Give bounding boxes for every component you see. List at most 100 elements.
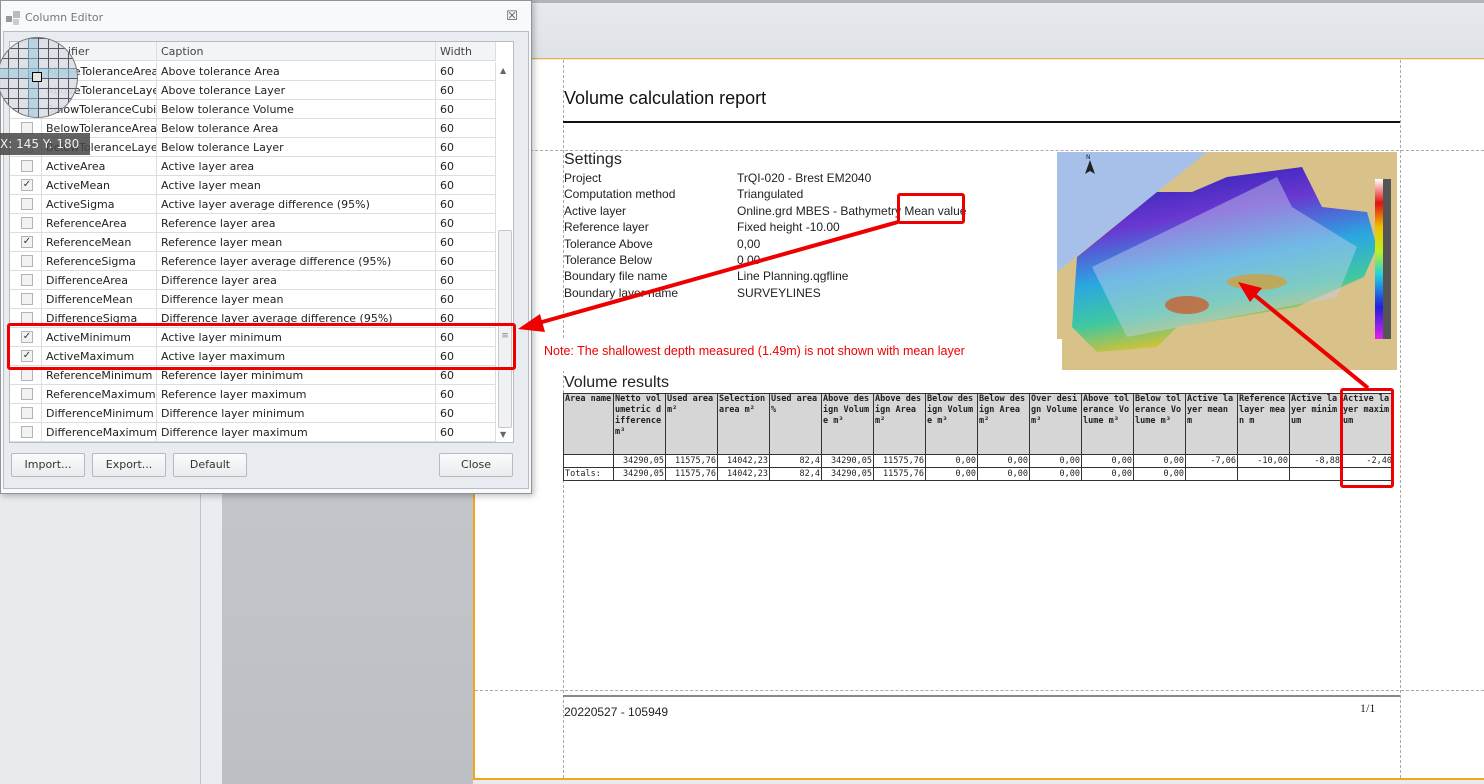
width-cell[interactable]: 60 xyxy=(436,290,496,309)
report-title: Volume calculation report xyxy=(564,88,767,108)
column-header: Reference layer mean m xyxy=(1237,393,1290,455)
scroll-down-icon[interactable]: ▼ xyxy=(500,430,506,439)
check-cell: ✓ xyxy=(10,176,42,195)
close-button[interactable]: Close xyxy=(439,453,513,477)
caption-cell[interactable]: Reference layer mean xyxy=(157,233,436,252)
width-cell[interactable]: 60 xyxy=(436,195,496,214)
margin-guide-right xyxy=(1400,60,1401,778)
visible-checkbox[interactable]: ✓ xyxy=(21,179,33,191)
width-cell[interactable]: 60 xyxy=(436,271,496,290)
width-cell[interactable]: 60 xyxy=(436,157,496,176)
table-cell: 34290,05 xyxy=(821,454,874,468)
width-cell[interactable]: 60 xyxy=(436,138,496,157)
identifier-cell[interactable]: DifferenceMean xyxy=(42,290,157,309)
visible-checkbox[interactable] xyxy=(21,160,33,172)
page-number: 1/1 xyxy=(1360,701,1376,715)
column-row[interactable]: ReferenceSigma Reference layer average d… xyxy=(10,252,496,271)
width-cell[interactable]: 60 xyxy=(436,252,496,271)
caption-cell[interactable]: Difference layer minimum xyxy=(157,404,436,423)
identifier-cell[interactable]: ReferenceMaximum xyxy=(42,385,157,404)
caption-cell[interactable]: Difference layer mean xyxy=(157,290,436,309)
annotation-note: Note: The shallowest depth measured (1.4… xyxy=(544,344,965,358)
table-cell: 34290,05 xyxy=(821,467,874,481)
column-header: Used area % xyxy=(769,393,822,455)
column-row[interactable]: ActiveArea Active layer area 60 xyxy=(10,157,496,176)
caption-cell[interactable]: Below tolerance Layer xyxy=(157,138,436,157)
results-title: Volume results xyxy=(564,374,669,391)
caption-cell[interactable]: Above tolerance Layer xyxy=(157,81,436,100)
identifier-cell[interactable]: DifferenceMinimum xyxy=(42,404,157,423)
identifier-cell[interactable]: ReferenceMean xyxy=(42,233,157,252)
column-row[interactable]: DifferenceMean Difference layer mean 60 xyxy=(10,290,496,309)
identifier-cell[interactable]: DifferenceArea xyxy=(42,271,157,290)
visible-checkbox[interactable] xyxy=(21,369,33,381)
column-row[interactable]: ✓ ActiveMean Active layer mean 60 xyxy=(10,176,496,195)
caption-cell[interactable]: Difference layer area xyxy=(157,271,436,290)
check-cell xyxy=(10,214,42,233)
caption-cell[interactable]: Reference layer maximum xyxy=(157,385,436,404)
header-caption[interactable]: Caption xyxy=(157,42,436,61)
identifier-cell[interactable]: ActiveMean xyxy=(42,176,157,195)
caption-cell[interactable]: Active layer mean xyxy=(157,176,436,195)
settings-title: Settings xyxy=(564,151,622,168)
width-cell[interactable]: 60 xyxy=(436,176,496,195)
width-cell[interactable]: 60 xyxy=(436,119,496,138)
table-cell: 82,4 xyxy=(769,467,822,481)
settings-label: Project xyxy=(564,171,602,185)
visible-checkbox[interactable] xyxy=(21,198,33,210)
width-cell[interactable]: 60 xyxy=(436,404,496,423)
settings-label: Computation method xyxy=(564,187,676,202)
identifier-cell[interactable]: DifferenceMaximum xyxy=(42,423,157,442)
visible-checkbox[interactable] xyxy=(21,293,33,305)
caption-cell[interactable]: Reference layer average difference (95%) xyxy=(157,252,436,271)
identifier-cell[interactable]: ActiveSigma xyxy=(42,195,157,214)
vertical-scrollbar[interactable]: ▲ ≡ ▼ xyxy=(496,62,513,442)
column-editor-dialog: Column Editor ☒ ifier Caption Width Abov… xyxy=(0,0,532,494)
caption-cell[interactable]: Below tolerance Volume xyxy=(157,100,436,119)
width-cell[interactable]: 60 xyxy=(436,423,496,442)
caption-cell[interactable]: Below tolerance Area xyxy=(157,119,436,138)
close-icon[interactable]: ☒ xyxy=(505,10,519,24)
caption-cell[interactable]: Above tolerance Area xyxy=(157,62,436,81)
column-row[interactable]: DifferenceArea Difference layer area 60 xyxy=(10,271,496,290)
export-button[interactable]: Export... xyxy=(92,453,166,477)
import-button[interactable]: Import... xyxy=(11,453,85,477)
width-cell[interactable]: 60 xyxy=(436,81,496,100)
visible-checkbox[interactable] xyxy=(21,217,33,229)
default-button[interactable]: Default xyxy=(173,453,247,477)
caption-cell[interactable]: Active layer area xyxy=(157,157,436,176)
column-header: Selection area m² xyxy=(717,393,770,455)
width-cell[interactable]: 60 xyxy=(436,214,496,233)
column-row[interactable]: ActiveSigma Active layer average differe… xyxy=(10,195,496,214)
volume-results-table: Area name Netto volumetric difference m³ U… xyxy=(563,393,1394,481)
width-cell[interactable]: 60 xyxy=(436,233,496,252)
column-row[interactable]: AboveToleranceArea Above tolerance Area … xyxy=(10,62,496,81)
column-row[interactable]: ReferenceArea Reference layer area 60 xyxy=(10,214,496,233)
caption-cell[interactable]: Difference layer maximum xyxy=(157,423,436,442)
column-row[interactable]: ReferenceMaximum Reference layer maximum… xyxy=(10,385,496,404)
visible-checkbox[interactable] xyxy=(21,255,33,267)
visible-checkbox[interactable] xyxy=(21,274,33,286)
column-row[interactable]: ✓ ReferenceMean Reference layer mean 60 xyxy=(10,233,496,252)
column-row[interactable]: BelowToleranceCubic Below tolerance Volu… xyxy=(10,100,496,119)
identifier-cell[interactable]: ActiveArea xyxy=(42,157,157,176)
table-cell: 11575,76 xyxy=(665,467,718,481)
width-cell[interactable]: 60 xyxy=(436,62,496,81)
caption-cell[interactable]: Reference layer area xyxy=(157,214,436,233)
column-row[interactable]: DifferenceMaximum Difference layer maxim… xyxy=(10,423,496,442)
visible-checkbox[interactable] xyxy=(21,407,33,419)
column-header: Above design Volume m³ xyxy=(821,393,874,455)
column-row[interactable]: DifferenceMinimum Difference layer minim… xyxy=(10,404,496,423)
north-label: N xyxy=(1086,154,1091,161)
identifier-cell[interactable]: ReferenceArea xyxy=(42,214,157,233)
caption-cell[interactable]: Active layer average difference (95%) xyxy=(157,195,436,214)
visible-checkbox[interactable]: ✓ xyxy=(21,236,33,248)
width-cell[interactable]: 60 xyxy=(436,100,496,119)
visible-checkbox[interactable] xyxy=(21,388,33,400)
header-width[interactable]: Width xyxy=(436,42,496,61)
visible-checkbox[interactable] xyxy=(21,426,33,438)
column-row[interactable]: AboveToleranceLayer Above tolerance Laye… xyxy=(10,81,496,100)
scroll-up-icon[interactable]: ▲ xyxy=(500,66,506,75)
identifier-cell[interactable]: ReferenceSigma xyxy=(42,252,157,271)
width-cell[interactable]: 60 xyxy=(436,385,496,404)
